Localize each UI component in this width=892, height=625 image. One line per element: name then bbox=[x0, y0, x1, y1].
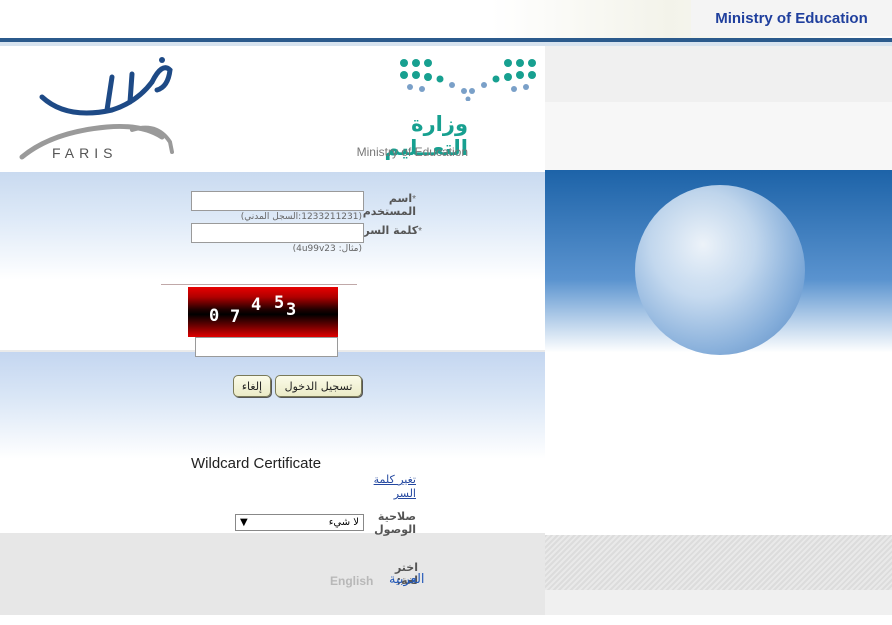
access-permission-select[interactable]: ▼ لا شيء bbox=[235, 514, 364, 531]
language-arabic-link[interactable]: العربية bbox=[389, 572, 425, 587]
captcha-digit: 5 bbox=[274, 293, 285, 313]
captcha-digit: 0 bbox=[209, 306, 220, 326]
cancel-button[interactable]: إلغاء bbox=[233, 375, 271, 397]
access-permission-label: صلاحية الوصول bbox=[374, 510, 416, 536]
right-panel-top-light bbox=[545, 102, 892, 170]
ministry-header-title: Ministry of Education bbox=[691, 0, 892, 36]
login-button[interactable]: تسجيل الدخول bbox=[275, 375, 362, 397]
access-permission-value: لا شيء bbox=[328, 517, 359, 528]
required-mark: * bbox=[412, 194, 416, 205]
change-password-link[interactable]: تغير كلمة السر bbox=[364, 473, 416, 501]
faris-logo-text: FARIS bbox=[52, 145, 118, 161]
wildcard-certificate-text: Wildcard Certificate bbox=[191, 455, 322, 472]
ministry-logo-english: Ministry of Education bbox=[356, 145, 468, 159]
right-panel-pattern bbox=[545, 535, 892, 590]
password-label-text: كلمة السر bbox=[363, 224, 419, 237]
captcha-divider bbox=[161, 284, 357, 285]
captcha-image: 0 7 4 5 3 bbox=[188, 287, 338, 337]
required-mark: * bbox=[418, 226, 422, 237]
username-label: *اسم المستخدم bbox=[360, 192, 416, 218]
captcha-digit: 3 bbox=[286, 300, 297, 320]
username-label-text: اسم المستخدم bbox=[362, 192, 416, 218]
username-hint: (1233211231:السجل المدني) bbox=[240, 212, 362, 222]
globe-image bbox=[635, 185, 805, 355]
right-panel-bottom bbox=[545, 590, 892, 615]
password-input[interactable] bbox=[191, 223, 364, 243]
globe-banner bbox=[545, 170, 892, 535]
captcha-input[interactable] bbox=[195, 337, 338, 357]
captcha-digit: 4 bbox=[251, 295, 262, 315]
captcha-digit: 7 bbox=[230, 307, 241, 327]
password-hint: (مثال: 4u99v23) bbox=[292, 244, 362, 254]
action-panel bbox=[0, 352, 545, 530]
ministry-logo-dots bbox=[400, 59, 536, 101]
language-english-link[interactable]: English bbox=[330, 574, 373, 588]
username-input[interactable] bbox=[191, 191, 364, 211]
right-panel-top bbox=[545, 46, 892, 102]
chevron-down-icon: ▼ bbox=[240, 517, 248, 528]
password-label: *كلمة السر bbox=[360, 224, 422, 237]
language-panel bbox=[0, 533, 545, 615]
